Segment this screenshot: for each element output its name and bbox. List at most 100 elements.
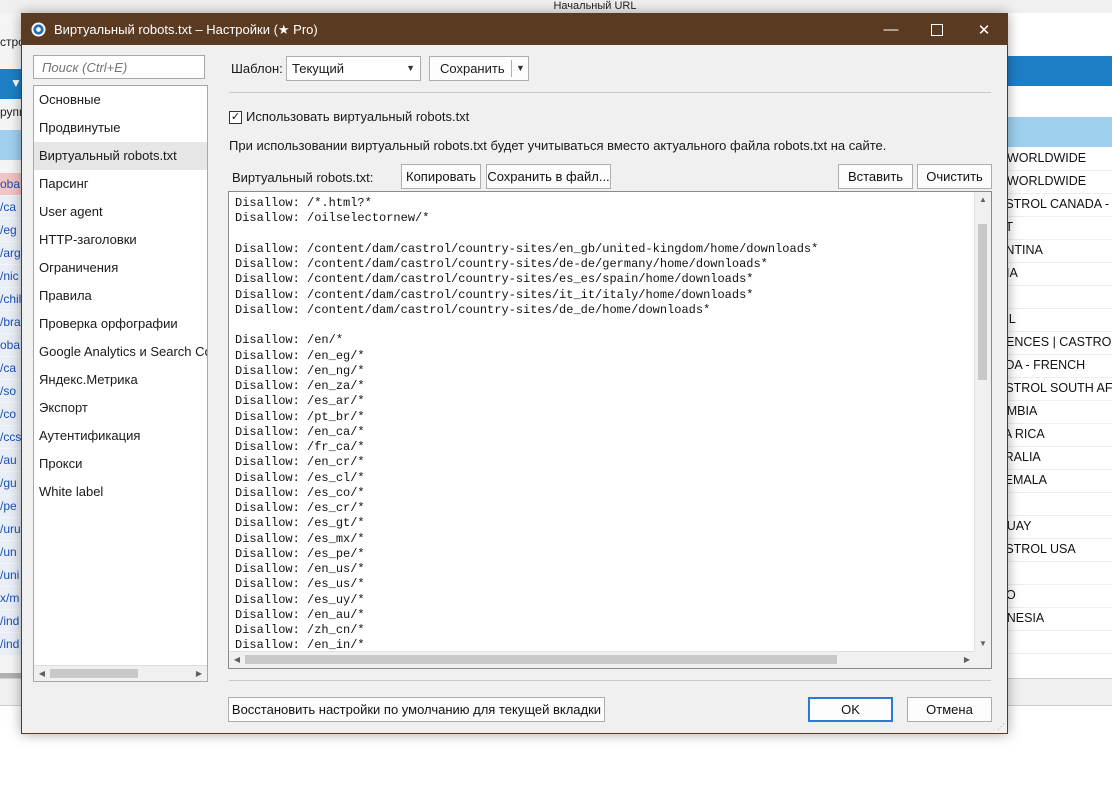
- minimize-button[interactable]: —: [868, 14, 914, 45]
- background-table-row[interactable]: ASTROL CANADA -: [1006, 193, 1112, 217]
- background-table-row[interactable]: x/m: [0, 587, 22, 609]
- background-table-row[interactable]: /uni: [0, 564, 22, 586]
- background-table-row[interactable]: OMBIA: [1006, 400, 1112, 424]
- chevron-down-icon[interactable]: ▼: [516, 57, 525, 80]
- background-table-row[interactable]: L WORLDWIDE: [1006, 170, 1112, 194]
- background-table-row[interactable]: GUAY: [1006, 515, 1112, 539]
- resize-grip-icon[interactable]: ⋰: [997, 723, 1005, 731]
- ok-button[interactable]: OK: [808, 697, 893, 722]
- background-table-row[interactable]: /un: [0, 541, 22, 563]
- background-cell-text: GUAY: [1006, 519, 1032, 533]
- settings-search-input[interactable]: [33, 55, 205, 79]
- background-table-row[interactable]: PT: [1006, 216, 1112, 240]
- background-table-row[interactable]: /chil: [0, 288, 22, 310]
- sidebar-item[interactable]: Правила: [34, 282, 207, 310]
- background-table-row[interactable]: TA RICA: [1006, 423, 1112, 447]
- background-table-row[interactable]: /so: [0, 380, 22, 402]
- save-to-file-button[interactable]: Сохранить в файл...: [486, 164, 611, 189]
- background-table-row[interactable]: /arg: [0, 242, 22, 264]
- sidebar-item[interactable]: Прокси: [34, 450, 207, 478]
- background-table-row[interactable]: /ccs: [0, 426, 22, 448]
- sidebar-item[interactable]: Виртуальный robots.txt: [34, 142, 207, 170]
- save-template-split-button[interactable]: Сохранить ▼: [429, 56, 529, 81]
- app-logo-icon: [31, 22, 46, 37]
- background-table-row[interactable]: ASTROL USA: [1006, 538, 1112, 562]
- clear-button[interactable]: Очистить: [917, 164, 992, 189]
- sidebar-item[interactable]: Продвинутые: [34, 114, 207, 142]
- sidebar-item[interactable]: Яндекс.Метрика: [34, 366, 207, 394]
- background-table-row[interactable]: /bra: [0, 311, 22, 333]
- settings-sidebar: Основные Продвинутые Виртуальный robots.tx…: [33, 85, 208, 682]
- maximize-button[interactable]: [914, 14, 960, 45]
- scroll-left-arrow-icon[interactable]: ◀: [229, 652, 245, 668]
- background-table-row[interactable]: ONESIA: [1006, 607, 1112, 631]
- sidebar-item[interactable]: Google Analytics и Search Console: [34, 338, 207, 366]
- background-table-row[interactable]: RIA: [1006, 262, 1112, 286]
- background-table-row[interactable]: U: [1006, 561, 1112, 585]
- background-table-row[interactable]: /ind: [0, 633, 22, 655]
- cancel-button[interactable]: Отмена: [907, 697, 992, 722]
- copy-button[interactable]: Копировать: [401, 164, 481, 189]
- sidebar-item[interactable]: Экспорт: [34, 394, 207, 422]
- use-virtual-robots-label[interactable]: Использовать виртуальный robots.txt: [246, 109, 469, 124]
- background-table-row[interactable]: TRALIA: [1006, 446, 1112, 470]
- paste-button[interactable]: Вставить: [838, 164, 913, 189]
- background-table-row[interactable]: /au: [0, 449, 22, 471]
- scrollbar-thumb[interactable]: [978, 224, 987, 380]
- sidebar-horizontal-scrollbar[interactable]: ◀ ▶: [34, 665, 207, 681]
- scrollbar-corner: [974, 651, 991, 668]
- use-virtual-robots-checkbox[interactable]: ✓: [229, 111, 242, 124]
- background-table-row[interactable]: oba: [0, 334, 22, 356]
- background-label: стро: [0, 35, 22, 49]
- background-table-row[interactable]: ENTINA: [1006, 239, 1112, 263]
- robots-editor-text[interactable]: Disallow: /*.html?* Disallow: /oilselect…: [235, 196, 818, 654]
- background-table-row[interactable]: RENCES | CASTROL: [1006, 331, 1112, 355]
- background-table-row[interactable]: SIL: [1006, 308, 1112, 332]
- background-table-row[interactable]: CO: [1006, 584, 1112, 608]
- scroll-up-arrow-icon[interactable]: ▲: [975, 192, 991, 208]
- background-cell-text: ADA - FRENCH: [1006, 358, 1086, 372]
- editor-vertical-scrollbar[interactable]: ▲ ▼: [974, 192, 991, 652]
- background-table-row[interactable]: /uru: [0, 518, 22, 540]
- background-cell-text: TA RICA: [1006, 427, 1045, 441]
- background-table-row[interactable]: /ca: [0, 196, 22, 218]
- background-cell-text: RENCES | CASTROL: [1006, 335, 1112, 349]
- background-table-row[interactable]: /co: [0, 403, 22, 425]
- sidebar-item[interactable]: Проверка орфографии: [34, 310, 207, 338]
- background-table-row[interactable]: /ind: [0, 610, 22, 632]
- background-table-row[interactable]: /eg: [0, 219, 22, 241]
- background-table-row[interactable]: E: [1006, 285, 1112, 309]
- robots-editor[interactable]: Disallow: /*.html?* Disallow: /oilselect…: [228, 191, 992, 669]
- background-table-row[interactable]: /ca: [0, 357, 22, 379]
- template-select[interactable]: Текущий ▼: [286, 56, 421, 81]
- checkmark-icon: ✓: [230, 111, 241, 123]
- scroll-down-arrow-icon[interactable]: ▼: [975, 636, 991, 652]
- background-table-row[interactable]: TEMALA: [1006, 469, 1112, 493]
- dialog-title-bar[interactable]: Виртуальный robots.txt – Настройки (★ Pr…: [22, 14, 1007, 45]
- editor-horizontal-scrollbar[interactable]: ◀ ▶: [229, 651, 975, 668]
- sidebar-item[interactable]: User agent: [34, 198, 207, 226]
- background-table-row[interactable]: oba: [0, 173, 22, 195]
- scroll-right-arrow-icon[interactable]: ▶: [191, 666, 207, 681]
- sidebar-item[interactable]: White label: [34, 478, 207, 506]
- background-table-row[interactable]: L WORLDWIDE: [1006, 147, 1112, 171]
- background-table-row[interactable]: /nic: [0, 265, 22, 287]
- close-button[interactable]: ✕: [961, 14, 1007, 45]
- sidebar-item[interactable]: HTTP-заголовки: [34, 226, 207, 254]
- background-table-row[interactable]: I: [1006, 492, 1112, 516]
- background-table-row[interactable]: A: [1006, 630, 1112, 654]
- scroll-right-arrow-icon[interactable]: ▶: [959, 652, 975, 668]
- sidebar-item[interactable]: Основные: [34, 86, 207, 114]
- sidebar-item[interactable]: Аутентификация: [34, 422, 207, 450]
- background-table-row[interactable]: ASTROL SOUTH AFR: [1006, 377, 1112, 401]
- background-table-row[interactable]: ADA - FRENCH: [1006, 354, 1112, 378]
- background-table-row[interactable]: /gu: [0, 472, 22, 494]
- scrollbar-thumb[interactable]: [50, 669, 138, 678]
- sidebar-item[interactable]: Парсинг: [34, 170, 207, 198]
- sidebar-item[interactable]: Ограничения: [34, 254, 207, 282]
- background-cell-text: ASTROL USA: [1006, 542, 1076, 556]
- background-table-row[interactable]: /pe: [0, 495, 22, 517]
- scroll-left-arrow-icon[interactable]: ◀: [34, 666, 50, 681]
- scrollbar-thumb[interactable]: [245, 655, 837, 664]
- restore-defaults-button[interactable]: Восстановить настройки по умолчанию для …: [228, 697, 605, 722]
